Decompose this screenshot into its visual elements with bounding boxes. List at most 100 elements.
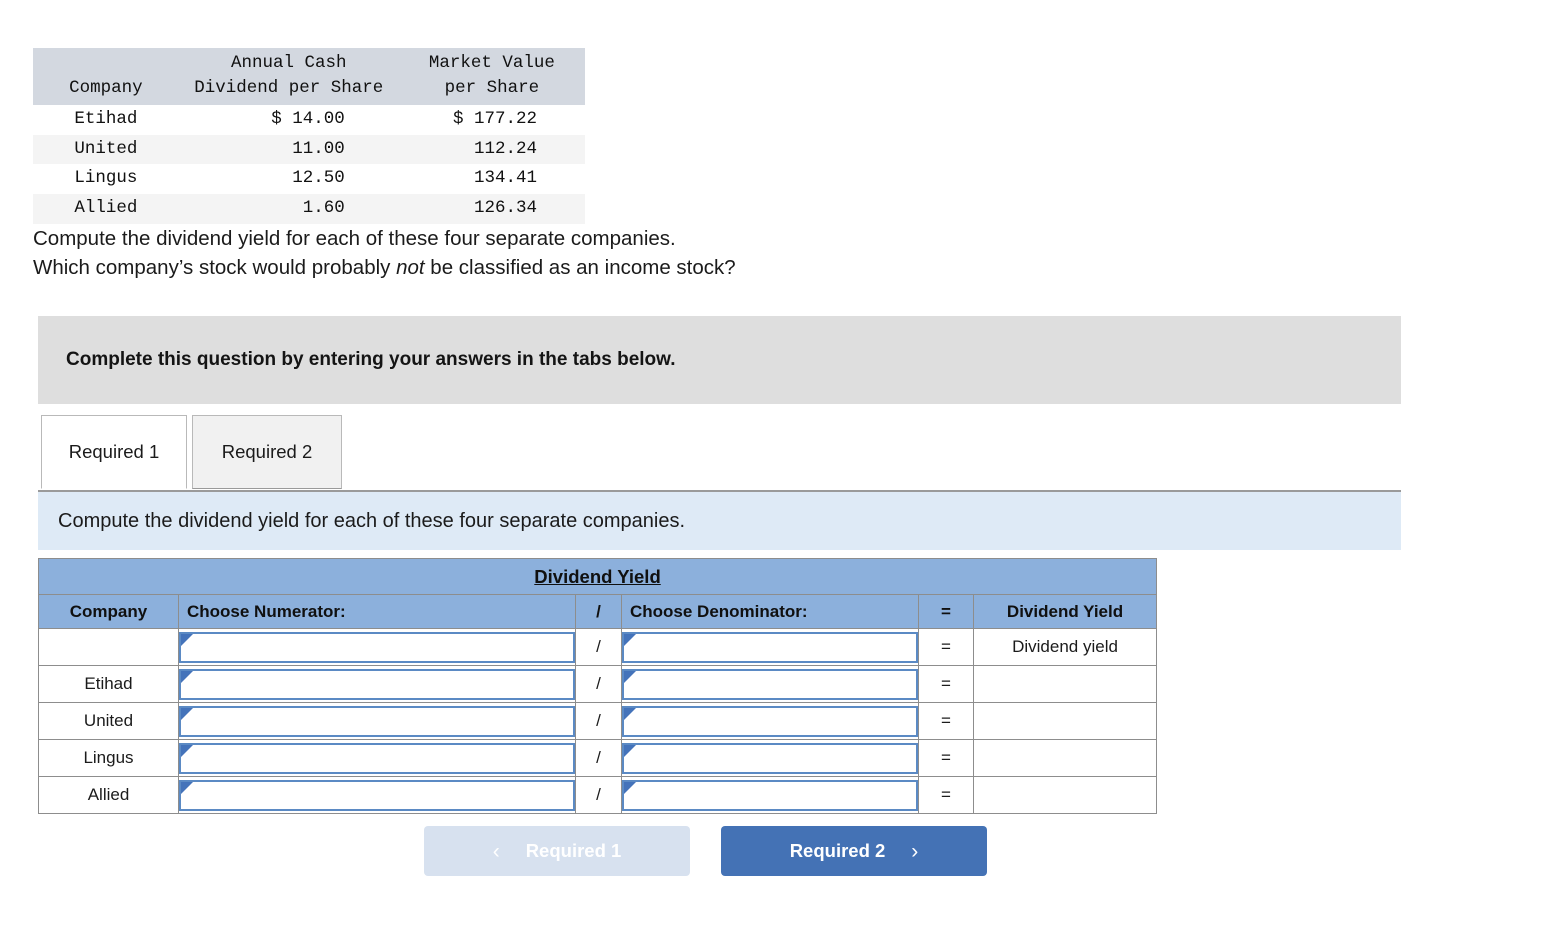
prompt-emphasis-not: not: [396, 256, 425, 280]
result-cell: Dividend yield: [972, 628, 1158, 666]
slash-cell: /: [575, 702, 622, 740]
source-cell-company: United: [33, 134, 179, 165]
source-cell-company: Allied: [33, 194, 179, 225]
equals-cell: =: [918, 739, 974, 777]
denominator-dropdown[interactable]: [622, 779, 918, 811]
col-header-company: Company: [38, 594, 179, 629]
source-table-header-row: Company Annual Cash Dividend per Share M…: [33, 48, 585, 105]
table-row: United / =: [38, 702, 1158, 740]
tab-required-1-label: Required 1: [68, 441, 160, 462]
source-table-body: Etihad $ 14.00 $ 177.22 United 11.00 112…: [33, 105, 585, 225]
slash-cell: /: [575, 776, 622, 814]
answer-table-head: Dividend Yield Company Choose Numerator:…: [37, 558, 1158, 629]
source-cell-dividend: 12.50: [292, 168, 345, 189]
prompt-line-2-pre: Which company’s stock would probably: [33, 256, 397, 280]
numerator-dropdown[interactable]: [179, 742, 575, 774]
answer-table-title-text: Dividend Yield: [534, 565, 661, 587]
dividend-yield-answer-table: Dividend Yield Company Choose Numerator:…: [37, 558, 1158, 814]
source-cell-market-value: $ 177.22: [452, 108, 537, 129]
col-header-choose-numerator: Choose Numerator:: [178, 594, 576, 629]
numerator-cell: [178, 739, 576, 777]
denominator-cell: [621, 628, 919, 666]
next-required-2-button[interactable]: Required 2 ›: [721, 826, 987, 876]
prompt-line-2-post: be classified as an income stock?: [424, 256, 736, 280]
dropdown-marker-icon: [624, 633, 636, 646]
table-row: Allied 1.60 126.34: [33, 194, 585, 225]
denominator-cell: [621, 702, 919, 740]
source-cell-market-value: 112.24: [398, 134, 585, 165]
dropdown-marker-icon: [624, 781, 636, 794]
denominator-cell: [621, 776, 919, 814]
row-company-label: Allied: [38, 776, 179, 814]
denominator-dropdown[interactable]: [622, 742, 918, 774]
chevron-left-icon: ‹: [492, 839, 500, 863]
equals-cell: =: [918, 665, 974, 703]
table-row: Allied / =: [38, 776, 1158, 814]
table-row: Lingus / =: [38, 739, 1158, 777]
source-cell-market-value: 126.34: [398, 194, 585, 225]
dropdown-marker-icon: [624, 707, 636, 720]
answer-table-title-row: Dividend Yield: [37, 558, 1158, 595]
source-cell-dividend: 1.60: [178, 194, 399, 225]
source-cell-company: Lingus: [74, 168, 138, 189]
result-cell: [972, 665, 1158, 703]
next-button-label: Required 2: [789, 840, 886, 861]
slash-cell: /: [575, 665, 622, 703]
numerator-dropdown[interactable]: [179, 779, 575, 811]
navigation-button-row: ‹ Required 1 Required 2 ›: [424, 826, 1124, 876]
col-header-equals: =: [918, 594, 974, 629]
prompt-line-1: Compute the dividend yield for each of t…: [33, 227, 676, 250]
equals-cell: =: [918, 702, 974, 740]
chevron-right-icon: ›: [911, 839, 919, 863]
table-row: United 11.00 112.24: [33, 134, 585, 165]
source-data-table-container: Company Annual Cash Dividend per Share M…: [33, 48, 585, 225]
table-row: Lingus 12.50 134.41: [33, 164, 585, 194]
col-header-slash: /: [575, 594, 622, 629]
result-cell: [972, 776, 1158, 814]
source-cell-dividend: 11.00: [178, 134, 399, 165]
denominator-dropdown[interactable]: [622, 705, 918, 737]
numerator-cell: [178, 776, 576, 814]
table-row: Etihad $ 14.00 $ 177.22: [33, 105, 585, 135]
answer-table-title: Dividend Yield: [37, 558, 1158, 595]
result-cell: [972, 702, 1158, 740]
source-col-dividend-per-share: Annual Cash Dividend per Share: [178, 48, 399, 105]
result-cell: [972, 739, 1158, 777]
dropdown-marker-icon: [181, 744, 193, 757]
row-company-label: [38, 628, 179, 666]
source-data-table: Company Annual Cash Dividend per Share M…: [33, 48, 585, 225]
denominator-dropdown[interactable]: [622, 668, 918, 700]
previous-button-label: Required 1: [525, 840, 622, 861]
question-prompt: Compute the dividend yield for each of t…: [33, 224, 736, 282]
tab-required-1[interactable]: Required 1: [41, 415, 187, 489]
source-cell-company: Etihad: [74, 108, 138, 129]
dropdown-marker-icon: [181, 781, 193, 794]
instruction-banner-text: Complete this question by entering your …: [66, 349, 676, 370]
source-table-head: Company Annual Cash Dividend per Share M…: [33, 48, 585, 105]
dropdown-marker-icon: [624, 670, 636, 683]
numerator-cell: [178, 628, 576, 666]
source-cell-dividend: $ 14.00: [271, 108, 345, 129]
dropdown-marker-icon: [181, 707, 193, 720]
equals-cell: =: [918, 776, 974, 814]
prompt-line-2: Which company’s stock would probably not…: [33, 253, 736, 282]
denominator-dropdown[interactable]: [622, 631, 918, 663]
equals-cell: =: [918, 628, 974, 666]
numerator-dropdown[interactable]: [179, 705, 575, 737]
col-header-choose-denominator: Choose Denominator:: [621, 594, 919, 629]
source-col-market-value-per-share: Market Value per Share: [398, 48, 585, 105]
tab-required-2[interactable]: Required 2: [192, 415, 342, 489]
col-header-dividend-yield: Dividend Yield: [972, 594, 1158, 629]
row-company-label: Etihad: [38, 665, 179, 703]
tab-instruction-bar: Compute the dividend yield for each of t…: [38, 490, 1401, 550]
numerator-dropdown[interactable]: [179, 631, 575, 663]
numerator-cell: [178, 702, 576, 740]
table-row: / = Dividend yield: [38, 628, 1158, 666]
numerator-cell: [178, 665, 576, 703]
slash-cell: /: [575, 628, 622, 666]
instruction-banner: Complete this question by entering your …: [38, 316, 1401, 404]
tab-instruction-text: Compute the dividend yield for each of t…: [58, 509, 686, 532]
row-company-label: Lingus: [38, 739, 179, 777]
numerator-dropdown[interactable]: [179, 668, 575, 700]
dropdown-marker-icon: [181, 633, 193, 646]
